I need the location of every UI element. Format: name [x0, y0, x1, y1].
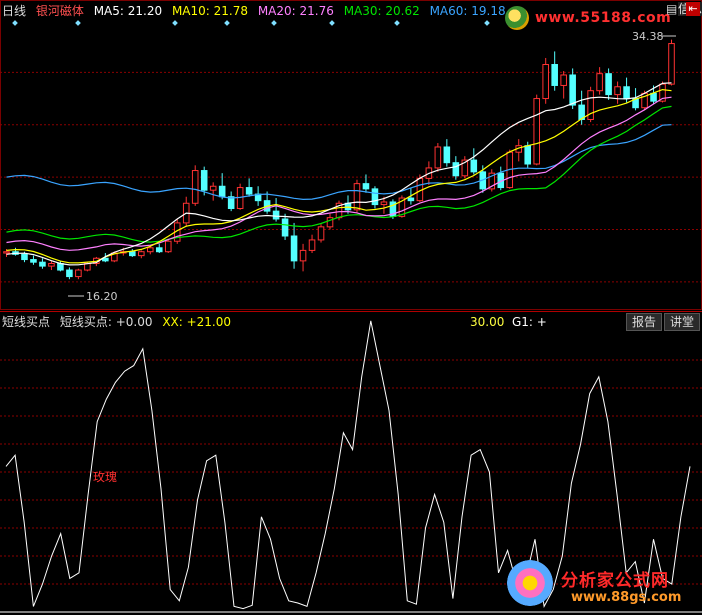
g1-text: G1: +	[512, 315, 547, 329]
xx-value: XX: +21.00	[162, 315, 232, 329]
ma30-line	[6, 105, 672, 243]
candle-body	[66, 269, 73, 278]
candle-body	[299, 249, 307, 262]
candle-body	[138, 251, 145, 257]
candle-body	[551, 64, 558, 86]
info-icon[interactable]: ▤	[666, 2, 678, 16]
candle-body	[380, 201, 388, 206]
candle-body	[75, 269, 82, 278]
high-price-label: 34.38	[632, 30, 664, 43]
ma5-legend: MA5: 21.20	[93, 4, 163, 18]
candle-body	[57, 262, 64, 271]
period-label[interactable]: 日线	[2, 4, 26, 18]
candle-body	[434, 146, 442, 169]
candle-body	[596, 73, 603, 92]
indicator-header: 短线买点 短线买点: +0.00 XX: +21.00	[2, 314, 237, 330]
candle-body	[129, 251, 136, 257]
candle-body	[605, 73, 612, 96]
candle-body	[39, 261, 46, 267]
watermark-url: www.55188.com	[535, 10, 672, 26]
candle-body	[668, 43, 675, 85]
lecture-tab[interactable]: 讲堂	[664, 313, 701, 331]
candle-body	[560, 74, 567, 86]
low-price-label: 16.20	[86, 290, 118, 303]
candle-body	[542, 64, 549, 100]
stock-name: 银河磁体	[35, 4, 84, 18]
signal-marker	[224, 20, 230, 26]
ma60-legend: MA60: 19.18	[429, 4, 506, 18]
candle-body	[407, 197, 415, 202]
g1-value: G1: +	[512, 314, 547, 330]
ma30-legend: MA30: 20.62	[343, 4, 420, 18]
indicator-annotation: 玫瑰	[93, 470, 118, 484]
signal-marker	[394, 20, 400, 26]
candle-body	[146, 247, 154, 253]
price-header: 日线 银河磁体 MA5: 21.20 MA10: 21.78 MA20: 21.…	[2, 3, 512, 19]
candle-body	[30, 259, 37, 263]
ma60-line	[6, 124, 672, 201]
chart-canvas	[0, 0, 702, 613]
candle-body	[470, 159, 478, 173]
candle-body	[164, 240, 172, 253]
signal-marker	[329, 20, 335, 26]
flower-icon	[507, 560, 553, 606]
right-value-text: 30.00	[470, 315, 505, 329]
candle-body	[353, 183, 361, 211]
ma20-line	[6, 96, 672, 251]
signal-marker	[75, 20, 81, 26]
candle-body	[533, 98, 540, 165]
candle-body	[308, 239, 316, 251]
candle-body	[623, 86, 630, 100]
indicator-reading: 短线买点: +0.00	[59, 315, 153, 329]
back-arrow-icon[interactable]: ⇤	[686, 2, 700, 16]
candle-body	[443, 146, 451, 164]
logo-swirl-icon	[505, 6, 529, 30]
candle-body	[362, 183, 370, 190]
footer-logo-title: 分析家公式网	[561, 571, 669, 591]
ma20-legend: MA20: 21.76	[257, 4, 334, 18]
candle-body	[524, 145, 532, 165]
candle-body	[155, 247, 163, 253]
footer-logo: 分析家公式网 www.88gs.com	[505, 558, 700, 612]
candle-body	[452, 162, 460, 177]
candle-body	[371, 188, 379, 206]
candle-body	[218, 185, 226, 198]
candle-body	[245, 187, 253, 195]
candle-body	[569, 74, 576, 106]
indicator-name[interactable]: 短线买点	[2, 315, 50, 329]
report-tab[interactable]: 报告	[626, 313, 663, 331]
ma10-line	[6, 88, 672, 264]
candle-body	[191, 170, 199, 204]
signal-marker	[12, 20, 18, 26]
ma5-line	[6, 82, 672, 266]
candle-body	[3, 251, 10, 254]
candle-body	[209, 185, 217, 191]
signal-marker	[172, 20, 178, 26]
candle-body	[281, 218, 289, 237]
footer-logo-url: www.88gs.com	[571, 590, 682, 605]
price-panel-border	[0, 0, 702, 310]
candle-body	[21, 253, 28, 261]
indicator-right-value: 30.00	[470, 314, 504, 330]
signal-marker	[271, 20, 277, 26]
candle-body	[48, 262, 55, 267]
candle-body	[317, 226, 325, 241]
candle-body	[650, 92, 657, 102]
candle-body	[290, 235, 298, 262]
signal-marker	[484, 20, 490, 26]
ma10-legend: MA10: 21.78	[171, 4, 248, 18]
candle-body	[200, 170, 208, 191]
candle-body	[614, 86, 621, 96]
candle-body	[272, 210, 280, 220]
